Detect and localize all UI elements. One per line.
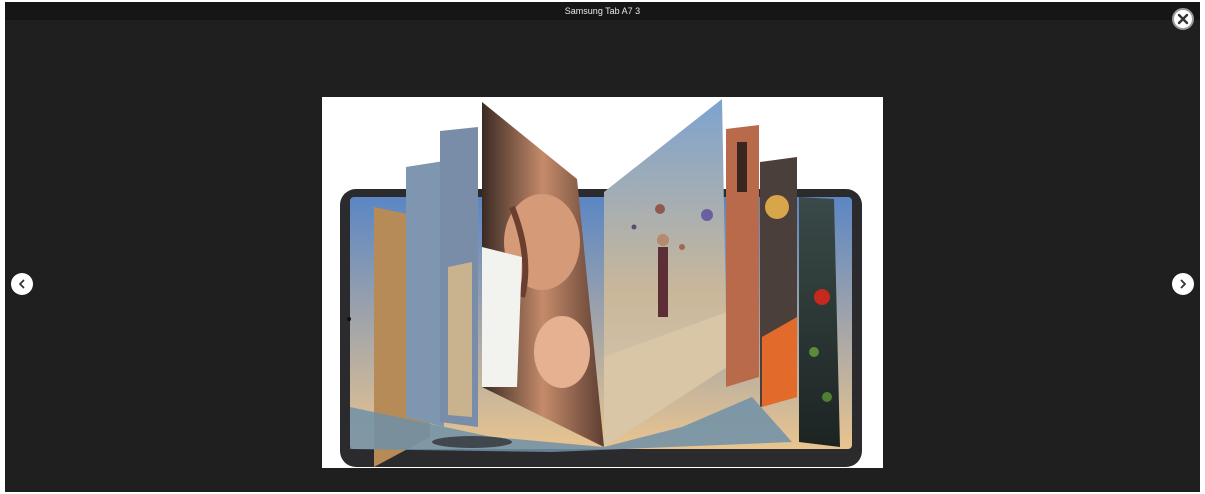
chevron-left-icon bbox=[19, 279, 25, 289]
previous-image-button[interactable] bbox=[11, 273, 33, 295]
image-viewer: Samsung Tab A7 3 bbox=[5, 2, 1200, 492]
product-image bbox=[322, 97, 883, 468]
chevron-right-icon bbox=[1180, 279, 1186, 289]
viewer-titlebar: Samsung Tab A7 3 bbox=[5, 2, 1200, 20]
next-image-button[interactable] bbox=[1172, 273, 1194, 295]
image-title: Samsung Tab A7 3 bbox=[564, 6, 641, 16]
close-button[interactable] bbox=[1172, 8, 1194, 30]
close-icon bbox=[1177, 13, 1189, 25]
